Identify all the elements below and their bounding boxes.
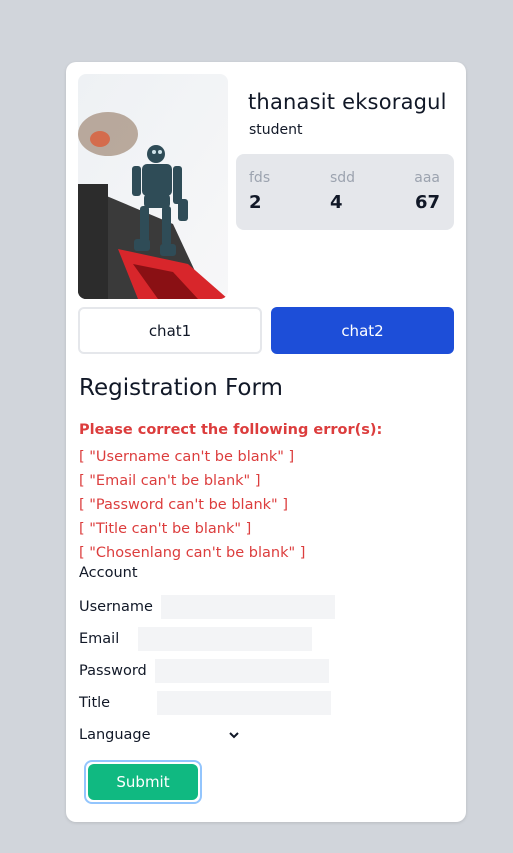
- password-row: Password: [79, 659, 329, 683]
- account-section-label: Account: [79, 565, 138, 581]
- username-label: Username: [79, 599, 153, 615]
- error-heading: Please correct the following error(s):: [79, 422, 383, 438]
- profile-role: student: [249, 122, 303, 138]
- stat-label: aaa: [414, 170, 440, 186]
- robot-figure-photo-icon: [78, 74, 228, 299]
- profile-name: thanasit eksoragul: [248, 90, 447, 114]
- error-item: [ "Password can't be blank" ]: [79, 497, 288, 513]
- profile-photo: [78, 74, 228, 299]
- error-item: [ "Email can't be blank" ]: [79, 473, 261, 489]
- title-input[interactable]: [157, 691, 332, 715]
- title-row: Title: [79, 691, 332, 715]
- stat-value: 4: [330, 192, 343, 213]
- error-item: [ "Title can't be blank" ]: [79, 521, 252, 537]
- form-title: Registration Form: [79, 375, 283, 401]
- stat-label: fds: [249, 170, 271, 186]
- language-select[interactable]: [228, 728, 239, 742]
- submit-focus-ring: Submit: [84, 760, 202, 804]
- stat-aaa: aaa 67: [414, 170, 440, 213]
- password-input[interactable]: [154, 659, 329, 683]
- stats-panel: fds 2 sdd 4 aaa 67: [236, 154, 454, 230]
- language-label: Language: [79, 727, 151, 743]
- username-row: Username: [79, 595, 335, 619]
- password-label: Password: [79, 663, 147, 679]
- error-list: [ "Username can't be blank" ] [ "Email c…: [79, 445, 305, 565]
- chat1-button[interactable]: chat1: [78, 307, 262, 354]
- profile-card: thanasit eksoragul student fds 2 sdd 4 a…: [66, 62, 466, 822]
- stat-label: sdd: [330, 170, 356, 186]
- stat-sdd: sdd 4: [330, 170, 355, 213]
- title-label: Title: [79, 695, 111, 711]
- username-input[interactable]: [160, 595, 335, 619]
- stat-value: 67: [414, 192, 440, 213]
- stat-fds: fds 2: [249, 170, 270, 213]
- email-label: Email: [79, 631, 120, 647]
- error-item: [ "Username can't be blank" ]: [79, 449, 295, 465]
- email-input[interactable]: [138, 627, 313, 651]
- submit-button[interactable]: Submit: [88, 764, 198, 800]
- chevron-down-icon: [228, 732, 239, 739]
- language-row: Language: [79, 723, 239, 747]
- email-row: Email: [79, 627, 313, 651]
- error-item: [ "Chosenlang can't be blank" ]: [79, 545, 306, 561]
- stat-value: 2: [249, 192, 262, 213]
- chat2-button[interactable]: chat2: [271, 307, 454, 354]
